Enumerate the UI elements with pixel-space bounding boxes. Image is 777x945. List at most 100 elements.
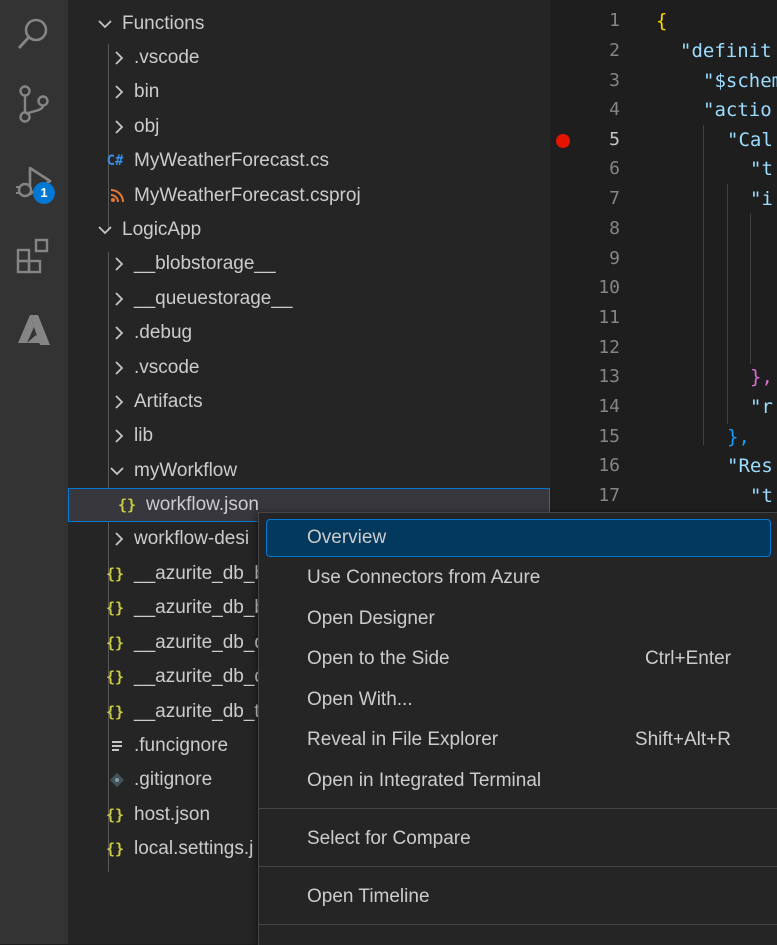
code-line: "$schem — [703, 70, 777, 92]
tree-item-label: Functions — [122, 13, 205, 34]
tree-item-label: .debug — [134, 322, 193, 343]
menu-item-label: Open Designer — [307, 608, 435, 629]
line-number: 7 — [609, 188, 620, 209]
menu-item-reveal-in-explorer[interactable]: Reveal in File Explorer Shift+Alt+R — [266, 721, 771, 759]
line-number: 6 — [609, 158, 620, 179]
chevron-right-icon — [112, 257, 126, 271]
menu-item-open-with[interactable]: Open With... — [266, 681, 771, 719]
debug-badge: 1 — [33, 182, 55, 204]
json-file-icon: {} — [105, 806, 125, 824]
line-number: 2 — [609, 40, 620, 61]
code-line: }, — [750, 366, 773, 388]
menu-item-overview[interactable]: Overview — [266, 519, 771, 557]
line-number: 8 — [609, 218, 620, 239]
tree-folder-artifacts[interactable]: Artifacts — [68, 385, 550, 419]
menu-item-open-to-side[interactable]: Open to the Side Ctrl+Enter — [266, 640, 771, 678]
tree-folder-bin[interactable]: bin — [68, 75, 550, 109]
menu-item-open-designer[interactable]: Open Designer — [266, 600, 771, 638]
tree-folder-vscode-2[interactable]: .vscode — [68, 351, 550, 385]
tree-item-label: .gitignore — [134, 769, 213, 790]
line-number: 14 — [598, 396, 620, 417]
line-number: 16 — [598, 455, 620, 476]
tree-item-label: __blobstorage__ — [134, 253, 276, 274]
menu-item-open-in-terminal[interactable]: Open in Integrated Terminal — [266, 762, 771, 800]
tree-item-label: MyWeatherForecast.cs — [134, 150, 329, 171]
tree-folder-blobstorage[interactable]: __queuestorage__ — [68, 282, 550, 316]
line-number: 12 — [598, 337, 620, 358]
tree-item-label: __queuestorage__ — [134, 288, 293, 309]
code-line: "t — [750, 158, 773, 180]
line-number: 11 — [598, 307, 620, 328]
source-control-icon[interactable] — [0, 70, 68, 138]
run-debug-icon[interactable] — [0, 148, 68, 216]
menu-item-label: Overview — [307, 527, 387, 548]
json-file-icon: {} — [105, 703, 125, 721]
extensions-icon[interactable] — [0, 222, 68, 290]
tree-folder-obj[interactable]: obj — [68, 110, 550, 144]
line-number: 13 — [598, 366, 620, 387]
tree-item-label: __azurite_db_b — [134, 597, 265, 618]
line-number: 3 — [609, 70, 620, 91]
code-line: "Res — [727, 455, 773, 477]
menu-item-label: Reveal in File Explorer — [307, 729, 499, 750]
tree-item-label: bin — [134, 81, 160, 102]
tree-item-label: __azurite_db_q — [134, 632, 265, 653]
text-file-icon — [106, 735, 128, 757]
chevron-right-icon — [112, 532, 126, 546]
json-file-icon: {} — [105, 840, 125, 858]
menu-item-open-timeline[interactable]: Open Timeline — [266, 878, 771, 916]
tree-item-label: obj — [134, 116, 160, 137]
chevron-down-icon — [98, 17, 112, 31]
chevron-right-icon — [112, 326, 126, 340]
json-file-icon: {} — [105, 599, 125, 617]
json-file-icon: {} — [105, 634, 125, 652]
chevron-right-icon — [112, 361, 126, 375]
menu-separator — [259, 866, 777, 867]
tree-folder-myworkflow[interactable]: myWorkflow — [68, 454, 550, 488]
git-file-icon — [106, 769, 128, 791]
menu-separator — [259, 808, 777, 809]
search-icon[interactable] — [0, 0, 68, 68]
chevron-right-icon — [112, 85, 126, 99]
tree-file-csproj[interactable]: MyWeatherForecast.csproj — [68, 179, 550, 213]
azure-icon[interactable] — [0, 296, 68, 364]
chevron-right-icon — [112, 292, 126, 306]
line-number: 17 — [598, 485, 620, 506]
code-line: "Cal — [727, 129, 773, 151]
tree-item-label: __azurite_db_t — [134, 701, 260, 722]
json-file-icon: {} — [105, 668, 125, 686]
tree-folder-logicapp[interactable]: LogicApp — [68, 213, 550, 247]
tree-item-label: lib — [134, 425, 154, 446]
menu-item-select-for-compare[interactable]: Select for Compare — [266, 820, 771, 858]
chevron-right-icon — [112, 429, 126, 443]
tree-item-label: host.json — [134, 804, 211, 825]
tree-folder-lib[interactable]: lib — [68, 419, 550, 453]
chevron-down-icon — [98, 223, 112, 237]
tree-folder-vscode[interactable]: .vscode — [68, 41, 550, 75]
line-number: 4 — [609, 99, 620, 120]
chevron-right-icon — [112, 51, 126, 65]
code-line: "i — [750, 188, 773, 210]
tree-item-label: LogicApp — [122, 219, 202, 240]
menu-item-label: Open in Integrated Terminal — [307, 770, 542, 791]
tree-item-label: .funcignore — [134, 735, 229, 756]
menu-item-label: Use Connectors from Azure — [307, 567, 541, 588]
tree-item-label: .vscode — [134, 357, 200, 378]
line-number: 5 — [609, 129, 620, 150]
code-line: "t — [750, 485, 773, 507]
tree-folder-debug[interactable]: .debug — [68, 316, 550, 350]
menu-item-shortcut: Shift+Alt+R — [634, 729, 731, 750]
tree-folder-functions[interactable]: Functions — [68, 7, 550, 41]
tree-folder-blobstorage[interactable]: __blobstorage__ — [68, 247, 550, 281]
menu-item-use-connectors[interactable]: Use Connectors from Azure — [266, 559, 771, 597]
tree-item-label: local.settings.j — [134, 838, 254, 859]
tree-item-label: MyWeatherForecast.csproj — [134, 185, 361, 206]
code-line: "r — [750, 396, 773, 418]
menu-separator — [259, 924, 777, 925]
code-line: }, — [727, 426, 750, 448]
tree-item-label: workflow-desi — [134, 528, 250, 549]
tree-item-label: Artifacts — [134, 391, 203, 412]
tree-file-cs[interactable]: C# MyWeatherForecast.cs — [68, 144, 550, 178]
json-file-icon: {} — [105, 565, 125, 583]
code-line: "definit — [680, 40, 772, 62]
